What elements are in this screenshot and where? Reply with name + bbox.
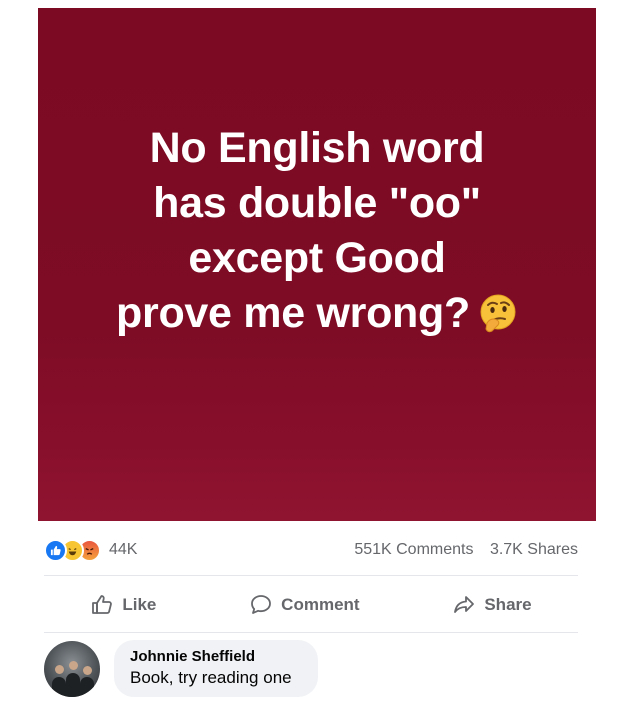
quote-line-4: prove me wrong? bbox=[38, 286, 596, 341]
like-reaction-icon bbox=[44, 538, 67, 562]
share-arrow-icon bbox=[454, 596, 475, 613]
commenter-avatar[interactable] bbox=[44, 640, 100, 697]
divider-bottom bbox=[44, 632, 578, 633]
share-label: Share bbox=[484, 595, 532, 614]
quote-line-2: has double "oo" bbox=[153, 179, 481, 227]
reactions-summary[interactable]: 44K bbox=[44, 538, 137, 562]
post-image[interactable]: No English word has double "oo" except G… bbox=[38, 8, 596, 521]
comment-author[interactable]: Johnnie Sheffield bbox=[130, 648, 300, 665]
comment-text: Book, try reading one bbox=[130, 668, 292, 687]
comment-count[interactable]: 551K Comments bbox=[354, 541, 473, 558]
share-button[interactable]: Share bbox=[452, 593, 532, 617]
speech-bubble-icon bbox=[251, 595, 272, 614]
thinking-face-emoji-icon bbox=[480, 294, 516, 333]
engagement-counts: 551K Comments 3.7K Shares bbox=[354, 541, 578, 559]
comment-bubble: Johnnie Sheffield Book, try reading one bbox=[114, 640, 318, 697]
share-count[interactable]: 3.7K Shares bbox=[490, 541, 578, 558]
quote-line-1: No English word bbox=[149, 124, 485, 172]
post-action-bar: Like Comment Share bbox=[44, 580, 578, 630]
comment-label: Comment bbox=[281, 595, 360, 614]
divider-top bbox=[44, 575, 578, 576]
post-quote-text: No English word has double "oo" except G… bbox=[38, 121, 596, 341]
quote-line-3: except Good bbox=[188, 234, 446, 282]
like-button[interactable]: Like bbox=[90, 593, 156, 617]
post-stats-bar: 44K 551K Comments 3.7K Shares bbox=[44, 535, 578, 565]
reaction-count[interactable]: 44K bbox=[109, 541, 137, 559]
thumbs-up-icon bbox=[92, 595, 113, 614]
quote-line-4-text: prove me wrong? bbox=[116, 289, 470, 337]
comment-item: Johnnie Sheffield Book, try reading one bbox=[44, 640, 318, 697]
comment-button[interactable]: Comment bbox=[249, 593, 360, 617]
like-label: Like bbox=[122, 595, 157, 614]
